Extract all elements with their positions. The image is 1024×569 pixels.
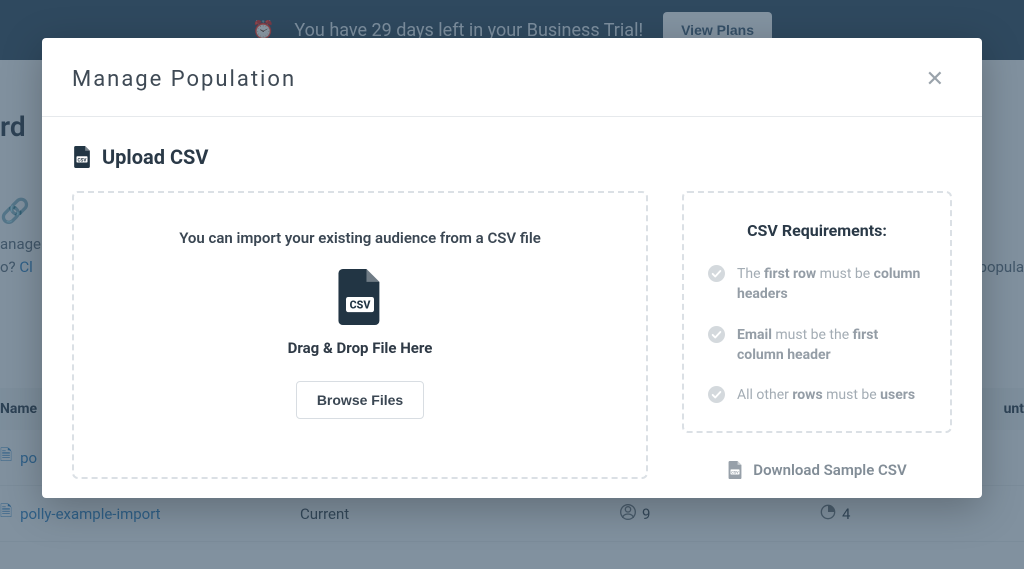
requirement-text: The first row must be column headers (737, 264, 926, 305)
modal-title: Manage Population (72, 67, 296, 92)
requirement-item: The first row must be column headers (708, 264, 926, 305)
import-description: You can import your existing audience fr… (94, 229, 626, 247)
drop-zone[interactable]: You can import your existing audience fr… (72, 191, 648, 479)
drop-text: Drag & Drop File Here (94, 339, 626, 357)
download-sample-link[interactable]: CSV Download Sample CSV (682, 461, 952, 479)
requirement-item: All other rows must be users (708, 385, 926, 405)
check-icon (708, 386, 725, 403)
section-title: CSV Upload CSV (72, 145, 952, 169)
check-icon (708, 326, 725, 343)
requirements-title: CSV Requirements: (708, 221, 926, 240)
manage-population-modal: Manage Population ✕ CSV Upload CSV You c… (42, 38, 982, 498)
section-title-text: Upload CSV (102, 145, 208, 169)
csv-download-icon: CSV (727, 461, 743, 479)
svg-text:CSV: CSV (77, 157, 87, 163)
modal-header: Manage Population ✕ (42, 38, 982, 117)
requirement-text: Email must be the first column header (737, 325, 926, 366)
browse-files-button[interactable]: Browse Files (296, 381, 424, 419)
requirements-box: CSV Requirements: The first row must be … (682, 191, 952, 433)
requirement-item: Email must be the first column header (708, 325, 926, 366)
check-icon (708, 265, 725, 282)
csv-file-icon: CSV (332, 269, 388, 325)
svg-text:CSV: CSV (732, 470, 740, 475)
requirement-text: All other rows must be users (737, 385, 915, 405)
svg-text:CSV: CSV (350, 298, 372, 311)
download-sample-label: Download Sample CSV (753, 461, 906, 479)
csv-icon: CSV (72, 146, 92, 168)
close-icon: ✕ (926, 66, 944, 91)
close-button[interactable]: ✕ (918, 62, 952, 96)
